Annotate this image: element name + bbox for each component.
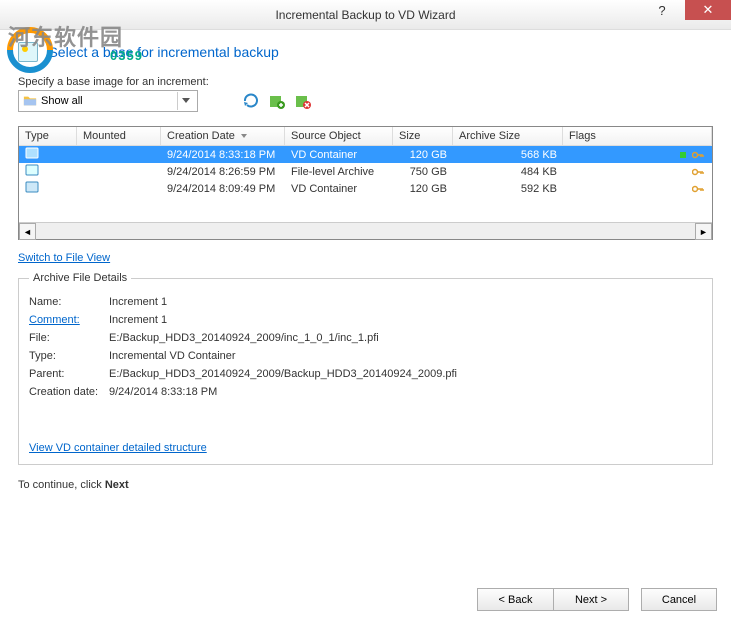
horizontal-scrollbar[interactable]: ◄ ► [19, 222, 712, 239]
detail-name-label: Name: [29, 296, 109, 308]
flag-green-icon [680, 152, 686, 158]
th-source[interactable]: Source Object [285, 127, 393, 145]
specify-label: Specify a base image for an increment: [18, 76, 713, 88]
detail-comment-value: Increment 1 [109, 314, 167, 326]
table-row[interactable]: 9/24/2014 8:09:49 PMVD Container120 GB59… [19, 180, 712, 197]
help-button[interactable]: ? [639, 0, 685, 20]
cell-date: 9/24/2014 8:33:18 PM [161, 149, 285, 161]
cell-size: 120 GB [393, 183, 453, 195]
cancel-button[interactable]: Cancel [641, 588, 717, 611]
detail-file-value: E:/Backup_HDD3_20140924_2009/inc_1_0_1/i… [109, 332, 379, 344]
detail-type-value: Incremental VD Container [109, 350, 236, 362]
key-icon [692, 167, 704, 177]
next-button[interactable]: Next > [553, 588, 629, 611]
footer-instruction: To continue, click Next [18, 479, 713, 491]
table-row[interactable]: 9/24/2014 8:33:18 PMVD Container120 GB56… [19, 146, 712, 163]
archive-details-group: Archive File Details Name:Increment 1 Co… [18, 272, 713, 465]
cell-size: 750 GB [393, 166, 453, 178]
cell-date: 9/24/2014 8:09:49 PM [161, 183, 285, 195]
view-structure-link[interactable]: View VD container detailed structure [29, 442, 207, 454]
remove-archive-button[interactable] [294, 92, 312, 110]
filter-dropdown[interactable]: Show all [18, 90, 198, 112]
sort-desc-icon [241, 134, 247, 138]
file-archive-icon [25, 164, 39, 176]
th-size[interactable]: Size [393, 127, 453, 145]
switch-file-view-link[interactable]: Switch to File View [18, 252, 110, 264]
detail-type-label: Type: [29, 350, 109, 362]
detail-cdate-label: Creation date: [29, 386, 109, 398]
th-type[interactable]: Type [19, 127, 77, 145]
cell-archive-size: 484 KB [453, 166, 563, 178]
cell-date: 9/24/2014 8:26:59 PM [161, 166, 285, 178]
vd-container-icon [25, 147, 39, 159]
cell-size: 120 GB [393, 149, 453, 161]
scrollbar-track[interactable] [36, 223, 695, 239]
archive-table: Type Mounted Creation Date Source Object… [18, 126, 713, 240]
vd-container-icon [25, 181, 39, 193]
watermark-text: 河东软件园 [8, 20, 123, 52]
add-archive-button[interactable] [268, 92, 286, 110]
detail-file-label: File: [29, 332, 109, 344]
comment-link[interactable]: Comment: [29, 314, 109, 326]
cell-source: VD Container [285, 149, 393, 161]
scroll-left-icon[interactable]: ◄ [19, 223, 36, 240]
th-creation-date[interactable]: Creation Date [161, 127, 285, 145]
back-button[interactable]: < Back [477, 588, 553, 611]
key-icon [692, 150, 704, 160]
detail-name-value: Increment 1 [109, 296, 167, 308]
cell-archive-size: 592 KB [453, 183, 563, 195]
dropdown-value: Show all [41, 95, 83, 107]
table-row[interactable]: 9/24/2014 8:26:59 PMFile-level Archive75… [19, 163, 712, 180]
detail-parent-label: Parent: [29, 368, 109, 380]
cell-source: VD Container [285, 183, 393, 195]
refresh-button[interactable] [242, 92, 260, 110]
chevron-down-icon [177, 92, 193, 110]
th-flags[interactable]: Flags [563, 127, 712, 145]
th-mounted[interactable]: Mounted [77, 127, 161, 145]
close-button[interactable]: ✕ [685, 0, 731, 20]
key-icon [692, 184, 704, 194]
folder-icon [23, 94, 37, 108]
detail-cdate-value: 9/24/2014 8:33:18 PM [109, 386, 217, 398]
th-archive-size[interactable]: Archive Size [453, 127, 563, 145]
table-header: Type Mounted Creation Date Source Object… [19, 127, 712, 146]
watermark-subtext: 0359 [110, 48, 143, 63]
details-legend: Archive File Details [29, 272, 131, 284]
cell-source: File-level Archive [285, 166, 393, 178]
detail-parent-value: E:/Backup_HDD3_20140924_2009/Backup_HDD3… [109, 368, 457, 380]
scroll-right-icon[interactable]: ► [695, 223, 712, 240]
cell-archive-size: 568 KB [453, 149, 563, 161]
